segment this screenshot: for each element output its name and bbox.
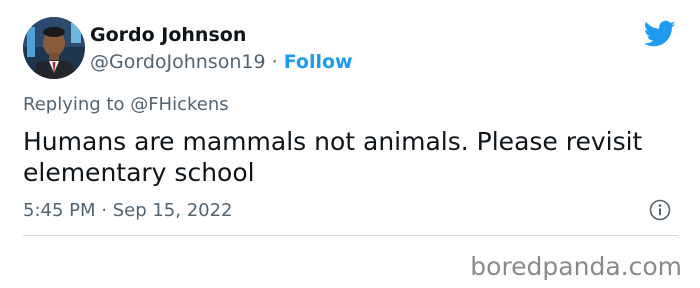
author-handle[interactable]: @GordoJohnson19 xyxy=(90,51,266,73)
divider xyxy=(23,235,678,236)
avatar-photo-icon xyxy=(23,17,85,79)
reply-prefix: Replying to xyxy=(23,94,131,115)
reply-context: Replying to @FHickens xyxy=(23,94,229,116)
info-icon[interactable] xyxy=(649,199,671,221)
reply-target-link[interactable]: @FHickens xyxy=(130,94,228,115)
avatar[interactable] xyxy=(23,17,85,79)
twitter-bird-icon[interactable] xyxy=(644,20,676,48)
author-meta: @GordoJohnson19 · Follow xyxy=(90,50,353,74)
watermark: boredpanda.com xyxy=(470,252,682,281)
meta-separator: · xyxy=(265,51,284,73)
follow-button[interactable]: Follow xyxy=(284,51,353,73)
author-name[interactable]: Gordo Johnson xyxy=(90,23,246,47)
tweet-timestamp[interactable]: 5:45 PM · Sep 15, 2022 xyxy=(23,200,233,222)
tweet-text: Humans are mammals not animals. Please r… xyxy=(23,127,643,187)
tweet-card: Gordo Johnson @GordoJohnson19 · Follow R… xyxy=(0,0,700,288)
